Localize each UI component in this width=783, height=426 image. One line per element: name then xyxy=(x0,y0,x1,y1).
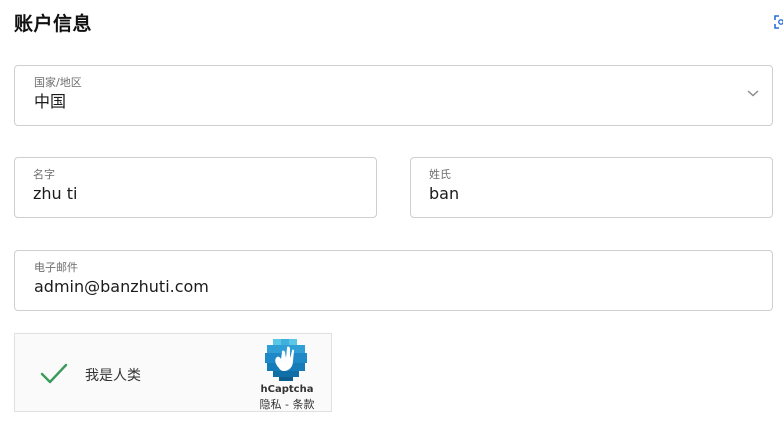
first-name-value: zhu ti xyxy=(33,184,78,203)
scan-icon[interactable] xyxy=(773,14,783,30)
last-name-field[interactable]: 姓氏 ban xyxy=(410,157,773,218)
country-select[interactable]: 国家/地区 中国 xyxy=(14,65,773,126)
country-value: 中国 xyxy=(34,92,67,111)
email-field[interactable]: 电子邮件 admin@banzhuti.com xyxy=(14,250,773,311)
first-name-label: 名字 xyxy=(33,168,55,181)
hcaptcha-brand: hCaptcha xyxy=(260,384,314,395)
captcha-privacy-terms-link[interactable]: 隐私 - 条款 xyxy=(247,396,327,412)
email-value: admin@banzhuti.com xyxy=(34,277,209,296)
last-name-label: 姓氏 xyxy=(429,168,451,181)
email-label: 电子邮件 xyxy=(34,261,78,274)
country-label: 国家/地区 xyxy=(34,76,82,89)
section-title: 账户信息 xyxy=(14,13,93,35)
last-name-value: ban xyxy=(429,184,460,203)
hcaptcha-widget: 我是人类 hCaptcha 隐私 - 条款 xyxy=(14,333,332,412)
hcaptcha-logo-icon xyxy=(265,339,307,381)
captcha-human-label: 我是人类 xyxy=(85,368,141,384)
chevron-down-icon xyxy=(747,90,759,97)
first-name-field[interactable]: 名字 zhu ti xyxy=(14,157,377,218)
check-icon[interactable] xyxy=(39,362,69,386)
